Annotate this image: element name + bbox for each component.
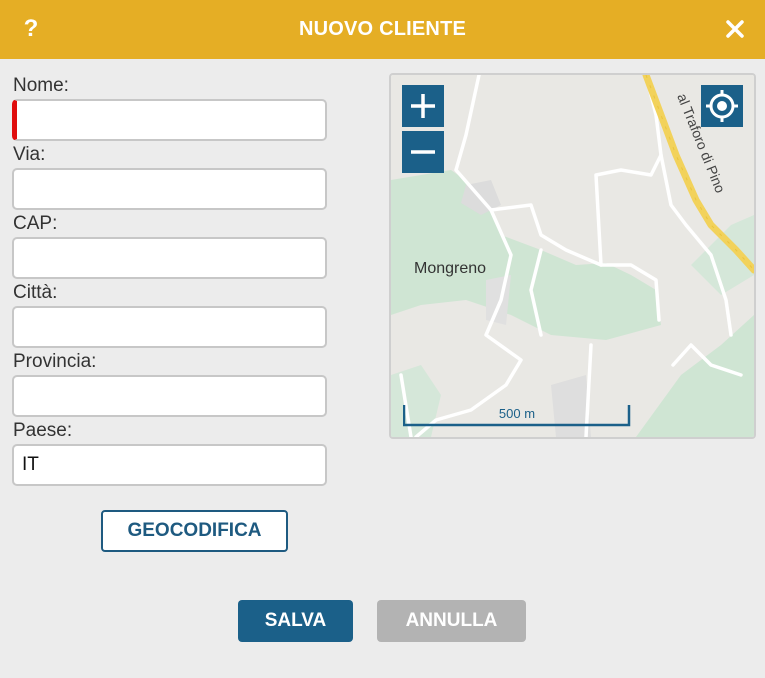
- via-label: Via:: [13, 144, 46, 165]
- zoom-in-button[interactable]: [402, 85, 444, 127]
- paese-field[interactable]: [12, 444, 327, 486]
- map-view[interactable]: Mongreno al Traforo di Pino 500 m: [389, 73, 756, 439]
- citta-field[interactable]: [12, 306, 327, 348]
- paese-label: Paese:: [13, 420, 73, 441]
- nome-label: Nome:: [13, 75, 69, 96]
- scale-bar: 500 m: [403, 405, 631, 427]
- locate-icon: [706, 90, 738, 122]
- geocode-button[interactable]: GEOCODIFICA: [101, 510, 288, 552]
- dialog-titlebar: ? NUOVO CLIENTE: [0, 0, 765, 59]
- scale-label: 500 m: [498, 406, 536, 421]
- map-place-label: Mongreno: [414, 260, 487, 277]
- cancel-button[interactable]: ANNULLA: [377, 600, 526, 642]
- minus-icon: [411, 150, 435, 154]
- save-button[interactable]: SALVA: [238, 600, 353, 642]
- provincia-label: Provincia:: [13, 351, 97, 372]
- plus-icon: [411, 94, 435, 118]
- locate-button[interactable]: [701, 85, 743, 127]
- cap-field[interactable]: [12, 237, 327, 279]
- nome-field[interactable]: [12, 99, 327, 141]
- cap-label: CAP:: [13, 213, 58, 234]
- citta-label: Città:: [13, 282, 58, 303]
- close-icon[interactable]: [723, 17, 747, 41]
- dialog-title: NUOVO CLIENTE: [298, 18, 467, 40]
- provincia-field[interactable]: [12, 375, 327, 417]
- via-field[interactable]: [12, 168, 327, 210]
- zoom-out-button[interactable]: [402, 131, 444, 173]
